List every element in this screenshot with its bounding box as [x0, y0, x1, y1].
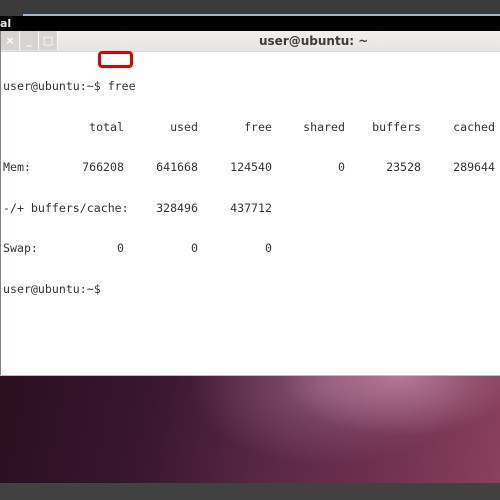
command-highlight-box: [98, 51, 133, 68]
terminal-window: × _ □ user@ubuntu: ~ user@ubuntu:~$ free…: [0, 31, 500, 375]
mem-used: 641668: [156, 160, 198, 174]
prompt: user@ubuntu:~$: [3, 79, 108, 93]
prompt-line: user@ubuntu:~$: [3, 281, 136, 297]
table-row: Swap: 0 0 0: [3, 241, 272, 256]
table-row: -/+ buffers/cache: 328496 437712: [3, 200, 272, 216]
command-line: user@ubuntu:~$ free: [3, 79, 136, 94]
header-total: total: [89, 119, 124, 134]
close-icon: ×: [5, 34, 15, 47]
window-controls: × _ □: [1, 31, 58, 51]
window-title: user@ubuntu: ~: [259, 34, 369, 48]
header-cached: cached: [453, 119, 495, 134]
prompt: user@ubuntu:~$: [3, 281, 101, 296]
mem-buffers: 23528: [386, 160, 421, 174]
terminal-output[interactable]: user@ubuntu:~$ free total used free shar…: [3, 53, 495, 323]
swap-free: 0: [265, 241, 272, 255]
window-titlebar[interactable]: × _ □ user@ubuntu: ~: [1, 31, 500, 52]
desktop-wallpaper: [0, 375, 500, 483]
minimize-button[interactable]: _: [20, 31, 39, 50]
maximize-button[interactable]: □: [39, 31, 58, 50]
buffers-cache-free: 437712: [230, 200, 272, 215]
top-panel: [0, 0, 500, 15]
app-name-label: al: [0, 17, 12, 30]
mem-cached: 289644: [453, 160, 495, 174]
row-label: Swap:: [3, 241, 38, 255]
mem-total: 766208: [82, 160, 124, 174]
swap-used: 0: [191, 241, 198, 255]
mem-free: 124540: [230, 160, 272, 174]
mem-shared: 0: [338, 160, 345, 174]
header-used: used: [170, 119, 198, 134]
minimize-icon: _: [26, 34, 32, 47]
command-text: free: [107, 79, 136, 93]
close-button[interactable]: ×: [1, 31, 20, 50]
header-row: total used free shared buffers cached: [3, 119, 495, 135]
header-shared: shared: [303, 119, 345, 134]
table-row: Mem: 766208 641668 124540 0 23528 289644: [3, 160, 495, 175]
header-free: free: [244, 119, 272, 134]
maximize-icon: □: [42, 34, 54, 47]
app-menubar: al: [0, 16, 500, 31]
buffers-cache-used: 328496: [156, 200, 198, 215]
bottom-panel: [0, 483, 500, 500]
header-buffers: buffers: [372, 119, 421, 134]
row-label: Mem:: [3, 160, 31, 174]
row-label: -/+ buffers/cache:: [3, 200, 129, 215]
swap-total: 0: [117, 241, 124, 255]
